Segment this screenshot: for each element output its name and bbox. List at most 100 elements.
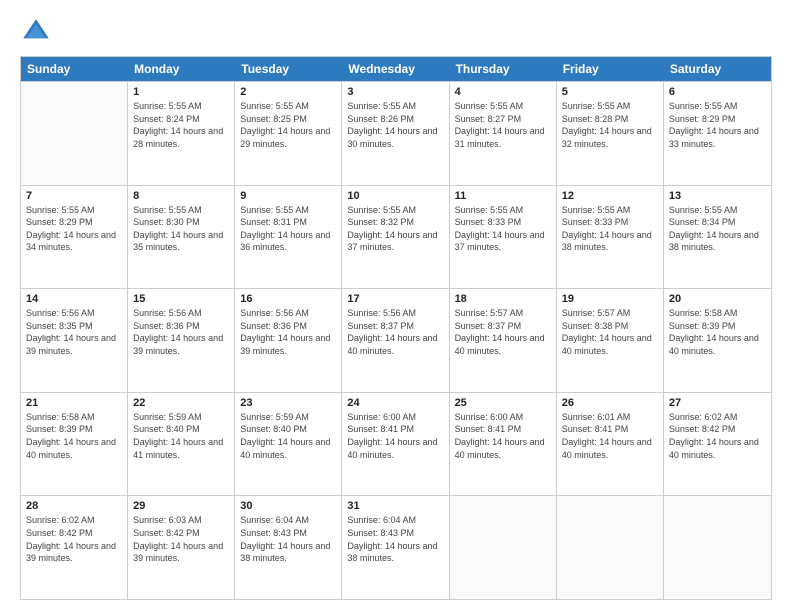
day-number: 1 <box>133 86 229 98</box>
cal-cell-18: 18Sunrise: 5:57 AM Sunset: 8:37 PM Dayli… <box>450 289 557 392</box>
cal-cell-14: 14 Sunrise: 5:56 AM Sunset: 8:35 PM Dayli… <box>21 289 128 392</box>
cal-cell-5: 5 Sunrise: 5:55 AM Sunset: 8:28 PM Daylig… <box>557 82 664 185</box>
calendar-row-5: 28 Sunrise: 6:02 AM Sunset: 8:42 PM Dayli… <box>21 495 771 599</box>
day-number: 16 <box>240 293 336 305</box>
day-info: Sunrise: 6:02 AM Sunset: 8:42 PM Dayligh… <box>26 514 122 564</box>
day-info: Sunrise: 6:01 AM Sunset: 8:41 PM Dayligh… <box>562 411 658 461</box>
day-info: Sunrise: 5:58 AM Sunset: 8:39 PM Dayligh… <box>26 411 122 461</box>
cal-cell-24: 24 Sunrise: 6:00 AM Sunset: 8:41 PM Dayli… <box>342 393 449 496</box>
day-number: 5 <box>562 86 658 98</box>
day-info: Sunrise: 5:55 AM Sunset: 8:27 PM Dayligh… <box>455 100 551 150</box>
day-number: 27 <box>669 397 766 409</box>
cal-cell-26: 26 Sunrise: 6:01 AM Sunset: 8:41 PM Dayli… <box>557 393 664 496</box>
day-number: 8 <box>133 190 229 202</box>
day-number: 2 <box>240 86 336 98</box>
cal-cell-21: 21 Sunrise: 5:58 AM Sunset: 8:39 PM Dayli… <box>21 393 128 496</box>
day-number: 25 <box>455 397 551 409</box>
cal-cell-9: 9 Sunrise: 5:55 AM Sunset: 8:31 PM Daylig… <box>235 186 342 289</box>
cal-cell-27: 27 Sunrise: 6:02 AM Sunset: 8:42 PM Dayli… <box>664 393 771 496</box>
day-info: Sunrise: 6:04 AM Sunset: 8:43 PM Dayligh… <box>240 514 336 564</box>
day-info: Sunrise: 5:59 AM Sunset: 8:40 PM Dayligh… <box>240 411 336 461</box>
header <box>20 16 772 48</box>
day-number: 31 <box>347 500 443 512</box>
cal-cell-29: 29Sunrise: 6:03 AM Sunset: 8:42 PM Dayli… <box>128 496 235 599</box>
day-info: Sunrise: 5:55 AM Sunset: 8:31 PM Dayligh… <box>240 204 336 254</box>
day-number: 6 <box>669 86 766 98</box>
day-info: Sunrise: 5:55 AM Sunset: 8:24 PM Dayligh… <box>133 100 229 150</box>
calendar: SundayMondayTuesdayWednesdayThursdayFrid… <box>20 56 772 600</box>
day-number: 11 <box>455 190 551 202</box>
cal-cell-22: 22 Sunrise: 5:59 AM Sunset: 8:40 PM Dayli… <box>128 393 235 496</box>
day-info: Sunrise: 5:55 AM Sunset: 8:32 PM Dayligh… <box>347 204 443 254</box>
day-info: Sunrise: 6:02 AM Sunset: 8:42 PM Dayligh… <box>669 411 766 461</box>
day-info: Sunrise: 5:55 AM Sunset: 8:33 PM Dayligh… <box>455 204 551 254</box>
day-info: Sunrise: 5:55 AM Sunset: 8:28 PM Dayligh… <box>562 100 658 150</box>
day-number: 28 <box>26 500 122 512</box>
header-day-thursday: Thursday <box>450 57 557 81</box>
page: SundayMondayTuesdayWednesdayThursdayFrid… <box>0 0 792 612</box>
day-info: Sunrise: 5:55 AM Sunset: 8:34 PM Dayligh… <box>669 204 766 254</box>
calendar-row-4: 21 Sunrise: 5:58 AM Sunset: 8:39 PM Dayli… <box>21 392 771 496</box>
day-number: 24 <box>347 397 443 409</box>
day-number: 26 <box>562 397 658 409</box>
logo <box>20 16 56 48</box>
cal-cell-17: 17 Sunrise: 5:56 AM Sunset: 8:37 PM Dayli… <box>342 289 449 392</box>
cal-cell-10: 10 Sunrise: 5:55 AM Sunset: 8:32 PM Dayli… <box>342 186 449 289</box>
day-info: Sunrise: 5:55 AM Sunset: 8:25 PM Dayligh… <box>240 100 336 150</box>
day-number: 15 <box>133 293 229 305</box>
cal-cell-12: 12 Sunrise: 5:55 AM Sunset: 8:33 PM Dayli… <box>557 186 664 289</box>
day-number: 3 <box>347 86 443 98</box>
day-info: Sunrise: 6:00 AM Sunset: 8:41 PM Dayligh… <box>347 411 443 461</box>
cal-cell-16: 16Sunrise: 5:56 AM Sunset: 8:36 PM Dayli… <box>235 289 342 392</box>
day-number: 20 <box>669 293 766 305</box>
day-info: Sunrise: 5:56 AM Sunset: 8:37 PM Dayligh… <box>347 307 443 357</box>
day-number: 10 <box>347 190 443 202</box>
day-info: Sunrise: 5:59 AM Sunset: 8:40 PM Dayligh… <box>133 411 229 461</box>
cal-cell-empty-4-4 <box>450 496 557 599</box>
day-number: 14 <box>26 293 122 305</box>
day-info: Sunrise: 5:58 AM Sunset: 8:39 PM Dayligh… <box>669 307 766 357</box>
calendar-header: SundayMondayTuesdayWednesdayThursdayFrid… <box>21 57 771 81</box>
day-number: 30 <box>240 500 336 512</box>
day-number: 19 <box>562 293 658 305</box>
day-info: Sunrise: 6:04 AM Sunset: 8:43 PM Dayligh… <box>347 514 443 564</box>
cal-cell-15: 15 Sunrise: 5:56 AM Sunset: 8:36 PM Dayli… <box>128 289 235 392</box>
header-day-sunday: Sunday <box>21 57 128 81</box>
cal-cell-empty-4-6 <box>664 496 771 599</box>
header-day-monday: Monday <box>128 57 235 81</box>
day-info: Sunrise: 5:55 AM Sunset: 8:29 PM Dayligh… <box>669 100 766 150</box>
cal-cell-25: 25 Sunrise: 6:00 AM Sunset: 8:41 PM Dayli… <box>450 393 557 496</box>
day-info: Sunrise: 5:55 AM Sunset: 8:30 PM Dayligh… <box>133 204 229 254</box>
day-info: Sunrise: 6:03 AM Sunset: 8:42 PM Dayligh… <box>133 514 229 564</box>
day-number: 13 <box>669 190 766 202</box>
day-number: 23 <box>240 397 336 409</box>
day-number: 9 <box>240 190 336 202</box>
day-number: 17 <box>347 293 443 305</box>
cal-cell-empty-4-5 <box>557 496 664 599</box>
day-info: Sunrise: 5:56 AM Sunset: 8:35 PM Dayligh… <box>26 307 122 357</box>
cal-cell-6: 6 Sunrise: 5:55 AM Sunset: 8:29 PM Daylig… <box>664 82 771 185</box>
cal-cell-2: 2 Sunrise: 5:55 AM Sunset: 8:25 PM Daylig… <box>235 82 342 185</box>
calendar-row-3: 14 Sunrise: 5:56 AM Sunset: 8:35 PM Dayli… <box>21 288 771 392</box>
day-info: Sunrise: 5:55 AM Sunset: 8:26 PM Dayligh… <box>347 100 443 150</box>
cal-cell-30: 30 Sunrise: 6:04 AM Sunset: 8:43 PM Dayli… <box>235 496 342 599</box>
day-number: 22 <box>133 397 229 409</box>
day-info: Sunrise: 5:57 AM Sunset: 8:38 PM Dayligh… <box>562 307 658 357</box>
day-info: Sunrise: 6:00 AM Sunset: 8:41 PM Dayligh… <box>455 411 551 461</box>
cal-cell-empty-0-0 <box>21 82 128 185</box>
cal-cell-8: 8 Sunrise: 5:55 AM Sunset: 8:30 PM Daylig… <box>128 186 235 289</box>
day-number: 4 <box>455 86 551 98</box>
day-number: 7 <box>26 190 122 202</box>
cal-cell-1: 1 Sunrise: 5:55 AM Sunset: 8:24 PM Daylig… <box>128 82 235 185</box>
cal-cell-19: 19 Sunrise: 5:57 AM Sunset: 8:38 PM Dayli… <box>557 289 664 392</box>
day-number: 21 <box>26 397 122 409</box>
day-info: Sunrise: 5:57 AM Sunset: 8:37 PM Dayligh… <box>455 307 551 357</box>
calendar-row-1: 1 Sunrise: 5:55 AM Sunset: 8:24 PM Daylig… <box>21 81 771 185</box>
day-number: 12 <box>562 190 658 202</box>
cal-cell-7: 7Sunrise: 5:55 AM Sunset: 8:29 PM Daylig… <box>21 186 128 289</box>
header-day-wednesday: Wednesday <box>342 57 449 81</box>
day-info: Sunrise: 5:56 AM Sunset: 8:36 PM Dayligh… <box>133 307 229 357</box>
cal-cell-3: 3 Sunrise: 5:55 AM Sunset: 8:26 PM Daylig… <box>342 82 449 185</box>
day-info: Sunrise: 5:55 AM Sunset: 8:33 PM Dayligh… <box>562 204 658 254</box>
cal-cell-28: 28 Sunrise: 6:02 AM Sunset: 8:42 PM Dayli… <box>21 496 128 599</box>
